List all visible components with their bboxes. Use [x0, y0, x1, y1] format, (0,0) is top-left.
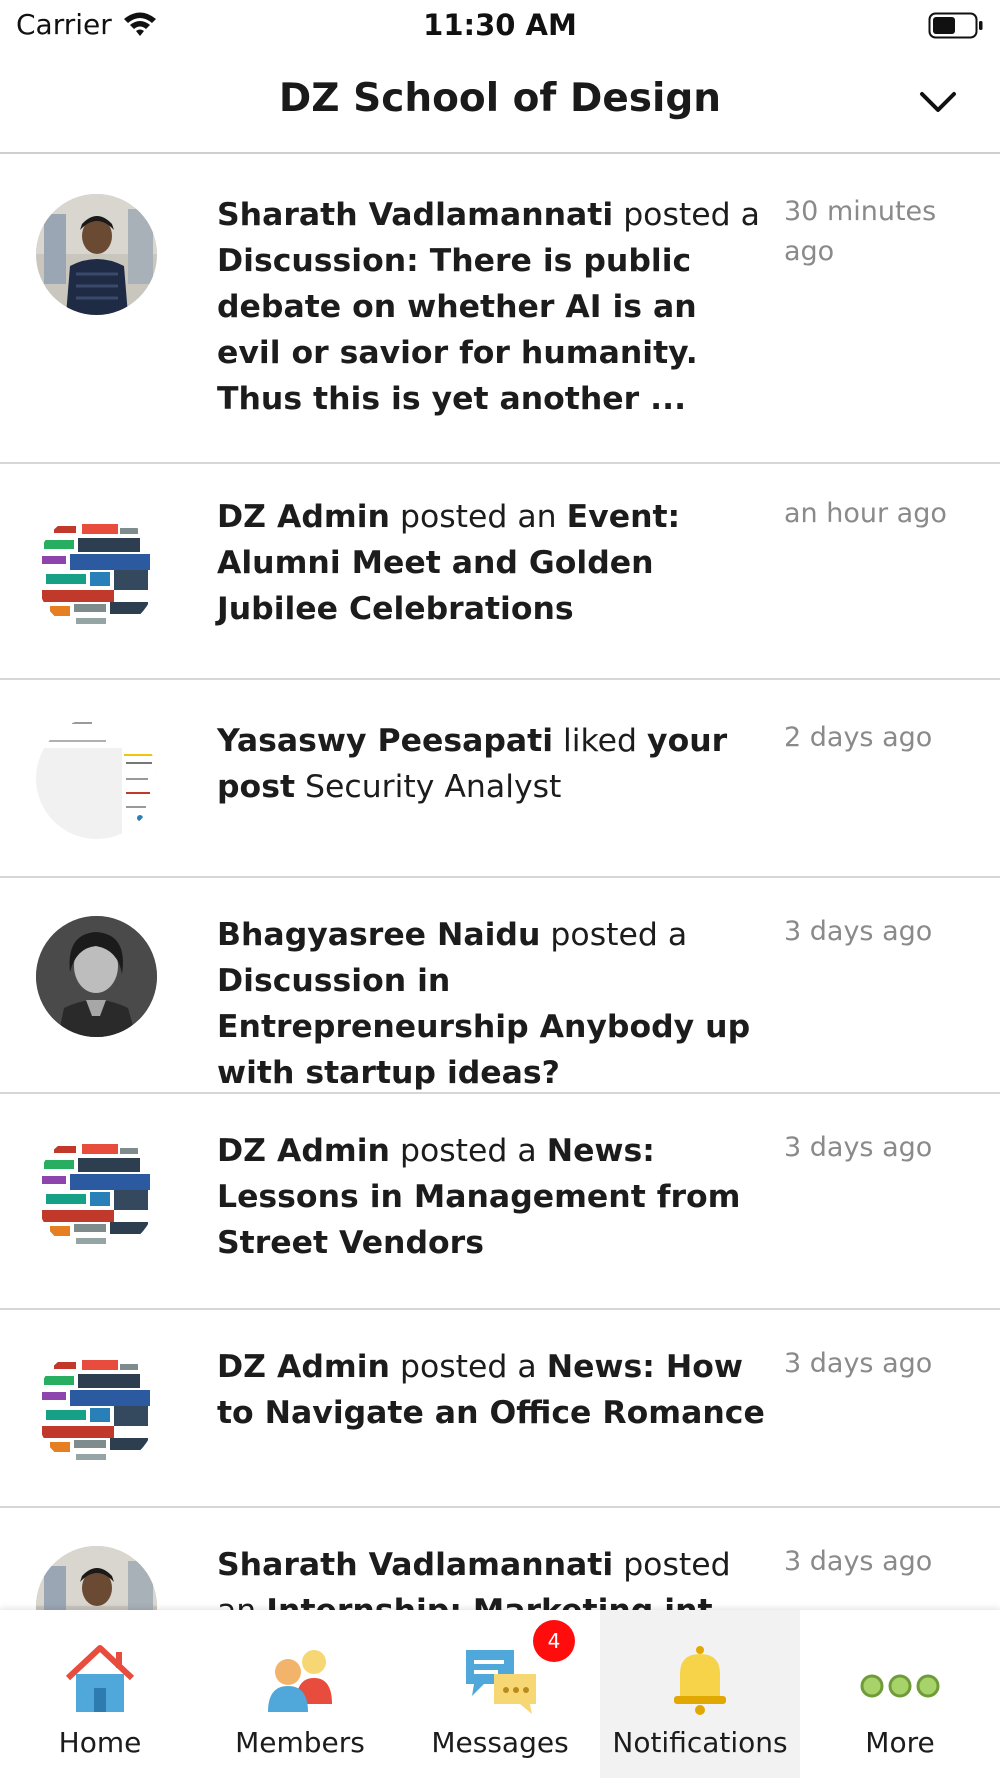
- avatar: [36, 916, 157, 1037]
- avatar: [36, 512, 157, 633]
- avatar: [36, 1546, 157, 1610]
- notifications-screen: Carrier 11:30 AM DZ School of Design Sha…: [0, 0, 1000, 1778]
- post-detail: Security Analyst: [305, 769, 562, 805]
- verb: posted a: [399, 1133, 537, 1169]
- timestamp: 30 minutes ago: [784, 196, 937, 267]
- verb: posted an: [399, 499, 557, 535]
- bell-icon: [674, 1646, 726, 1715]
- notification-text: DZ Admin posted a News: How to Navigate …: [217, 1344, 767, 1436]
- house-icon: [65, 1645, 135, 1712]
- tab-home[interactable]: Home: [0, 1610, 200, 1778]
- avatar: [36, 718, 157, 839]
- chat-bubbles-icon: [466, 1650, 536, 1714]
- notification-text: Sharath Vadlamannati posted a Discussion…: [217, 192, 767, 422]
- actor-name[interactable]: Bhagyasree Naidu: [217, 917, 540, 953]
- battery-icon: [928, 12, 983, 39]
- notification-text: DZ Admin posted a News: Lessons in Manag…: [217, 1128, 767, 1266]
- tab-label: More: [865, 1726, 935, 1759]
- timestamp: an hour ago: [784, 498, 947, 529]
- timestamp: 3 days ago: [784, 1348, 933, 1379]
- timestamp: 3 days ago: [784, 1132, 933, 1163]
- tab-label: Notifications: [612, 1726, 788, 1759]
- document-thumbnail-icon: [36, 718, 157, 839]
- avatar: [36, 1348, 157, 1469]
- tab-notifications[interactable]: Notifications: [600, 1610, 800, 1778]
- actor-name[interactable]: Yasaswy Peesapati: [217, 723, 553, 759]
- notification-item[interactable]: Sharath Vadlamannati posted an Internshi…: [0, 1508, 1000, 1610]
- actor-name[interactable]: Sharath Vadlamannati: [217, 197, 613, 233]
- three-dots-icon: [860, 1674, 940, 1698]
- avatar: [36, 194, 157, 315]
- word-cloud-logo-icon: [36, 1348, 157, 1469]
- notification-item[interactable]: Yasaswy Peesapati liked your post Securi…: [0, 680, 1000, 878]
- tab-members[interactable]: Members: [200, 1610, 400, 1778]
- tab-label: Members: [235, 1726, 365, 1759]
- post-title[interactable]: Internship: Marketing int...: [266, 1593, 748, 1610]
- verb: posted a: [399, 1349, 537, 1385]
- notification-item[interactable]: Sharath Vadlamannati posted a Discussion…: [0, 154, 1000, 464]
- messages-badge: 4: [533, 1620, 575, 1662]
- post-title[interactable]: Discussion: There is public debate on wh…: [217, 243, 698, 417]
- timestamp: 2 days ago: [784, 722, 933, 753]
- verb: posted a: [550, 917, 688, 953]
- notification-item[interactable]: DZ Admin posted a News: How to Navigate …: [0, 1310, 1000, 1508]
- notification-item[interactable]: DZ Admin posted an Event: Alumni Meet an…: [0, 464, 1000, 680]
- timestamp: 3 days ago: [784, 1546, 933, 1577]
- post-title[interactable]: Discussion in Entrepreneurship Anybody u…: [217, 963, 750, 1091]
- status-bar: Carrier 11:30 AM: [0, 0, 1000, 52]
- notification-item[interactable]: DZ Admin posted a News: Lessons in Manag…: [0, 1094, 1000, 1310]
- header: DZ School of Design: [0, 52, 1000, 154]
- notification-feed[interactable]: Sharath Vadlamannati posted a Discussion…: [0, 154, 1000, 1610]
- word-cloud-logo-icon: [36, 1132, 157, 1253]
- verb: liked: [563, 723, 638, 759]
- members-icon: [268, 1650, 332, 1712]
- notification-text: DZ Admin posted an Event: Alumni Meet an…: [217, 494, 767, 632]
- group-title[interactable]: DZ School of Design: [0, 76, 1000, 121]
- tab-label: Messages: [431, 1726, 569, 1759]
- actor-name[interactable]: DZ Admin: [217, 1349, 390, 1385]
- chevron-down-icon[interactable]: [916, 82, 960, 122]
- word-cloud-logo-icon: [36, 512, 157, 633]
- notification-text: Yasaswy Peesapati liked your post Securi…: [217, 718, 767, 810]
- timestamp: 3 days ago: [784, 916, 933, 947]
- person-photo-icon: [36, 194, 157, 315]
- actor-name[interactable]: DZ Admin: [217, 499, 390, 535]
- notification-item[interactable]: Bhagyasree Naidu posted a Discussion in …: [0, 878, 1000, 1094]
- notification-text: Bhagyasree Naidu posted a Discussion in …: [217, 912, 767, 1096]
- actor-name[interactable]: Sharath Vadlamannati: [217, 1547, 613, 1583]
- person-photo-icon: [36, 916, 157, 1037]
- tab-more[interactable]: More: [800, 1610, 1000, 1778]
- verb: posted a: [623, 197, 760, 233]
- clock: 11:30 AM: [423, 8, 577, 42]
- tab-label: Home: [58, 1726, 142, 1759]
- tab-bar: Home Members Messages Notifications More: [0, 1610, 1000, 1778]
- person-photo-icon: [36, 1546, 157, 1610]
- avatar: [36, 1132, 157, 1253]
- notification-text: Sharath Vadlamannati posted an Internshi…: [217, 1542, 767, 1610]
- actor-name[interactable]: DZ Admin: [217, 1133, 390, 1169]
